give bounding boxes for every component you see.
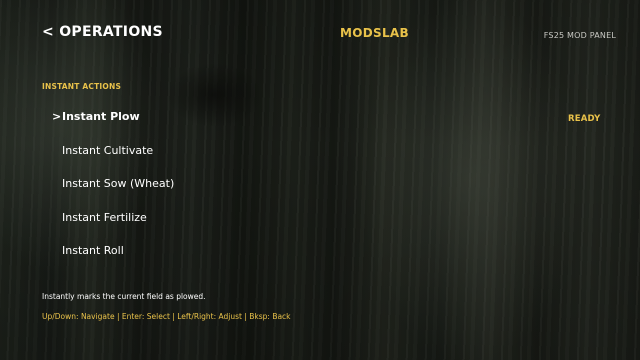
- menu-item-label: Instant Cultivate: [62, 143, 154, 157]
- controls-hint: Up/Down: Navigate | Enter: Select | Left…: [42, 312, 291, 321]
- menu-item-label: Instant Roll: [62, 244, 124, 257]
- back-button[interactable]: < OPERATIONS: [42, 24, 163, 40]
- menu-item-instant-plow[interactable]: > Instant Plow: [52, 110, 174, 144]
- action-description: Instantly marks the current field as plo…: [42, 292, 206, 301]
- menu-item-instant-cultivate[interactable]: Instant Cultivate: [52, 144, 174, 178]
- panel-label: FS25 MOD PANEL: [543, 31, 616, 40]
- menu-item-instant-sow-wheat[interactable]: Instant Sow (Wheat): [52, 177, 174, 211]
- menu-item-label: Instant Sow (Wheat): [62, 177, 175, 190]
- menu-item-label: Instant Plow: [62, 110, 140, 123]
- brand-title: MODSLAB: [340, 26, 409, 40]
- status-badge: READY: [568, 114, 601, 124]
- actions-menu: > Instant Plow Instant Cultivate Instant…: [52, 110, 174, 278]
- section-title: INSTANT ACTIONS: [42, 82, 122, 91]
- menu-item-instant-fertilize[interactable]: Instant Fertilize: [52, 211, 174, 245]
- menu-item-label: Instant Fertilize: [62, 210, 147, 224]
- selection-cursor-icon: >: [52, 110, 62, 123]
- menu-item-instant-roll[interactable]: Instant Roll: [52, 244, 174, 278]
